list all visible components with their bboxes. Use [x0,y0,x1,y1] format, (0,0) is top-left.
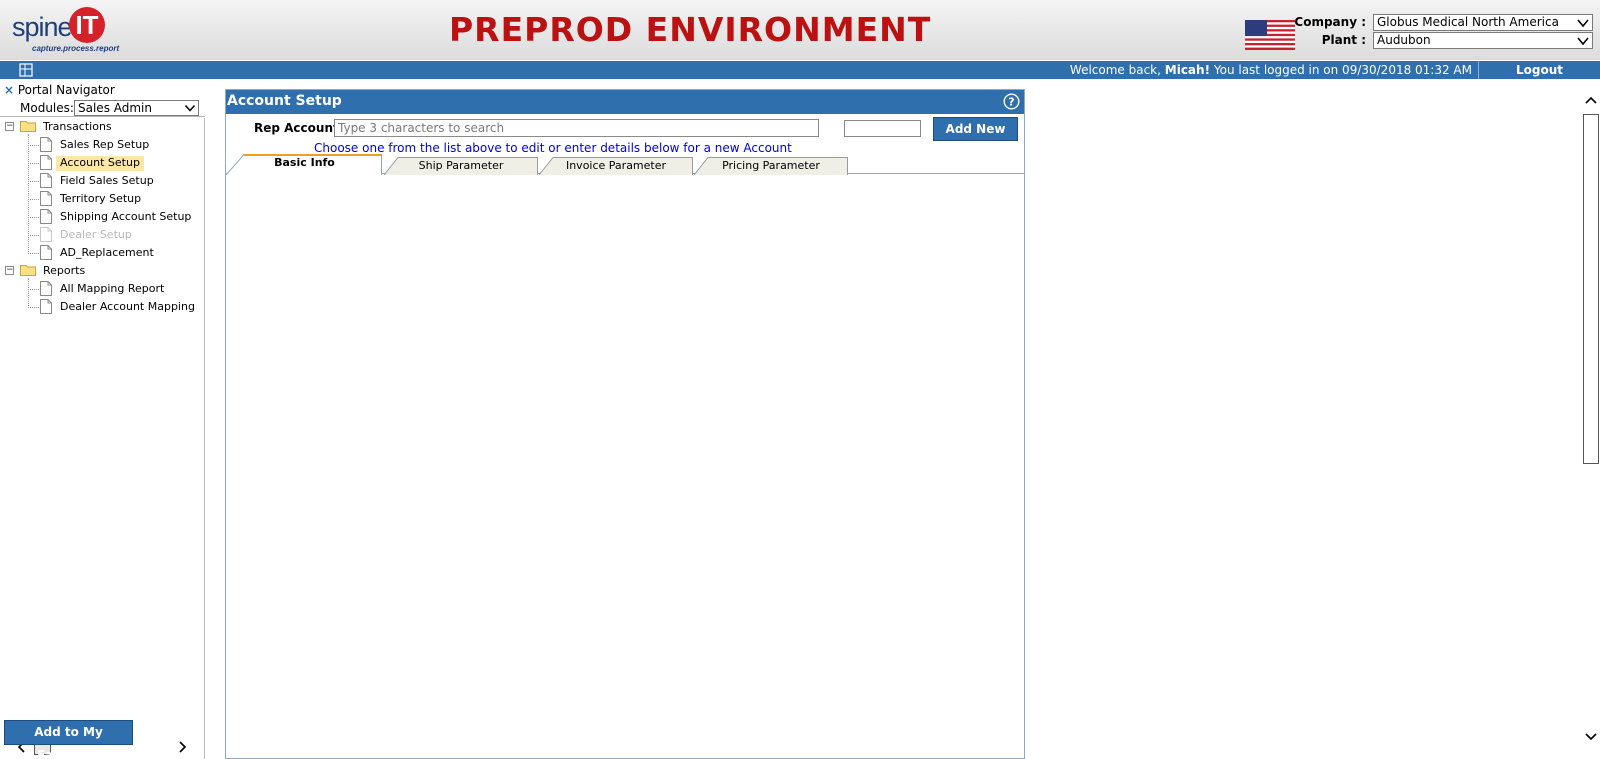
rep-account-search-input[interactable] [334,119,819,137]
chevron-down-icon [1577,19,1589,28]
tree-folder-label: Reports [43,264,86,277]
tab-label: Invoice Parameter [565,159,667,172]
user-name: Micah! [1164,63,1211,77]
spineit-logo: spine IT capture.process.report [12,6,124,56]
page-vertical-scrollbar[interactable] [1582,92,1600,759]
tree-item-label: All Mapping Report [60,282,165,295]
logo-mark: IT [69,7,105,43]
tab-ship-parameter[interactable]: Ship Parameter [384,157,538,175]
welcome-message: Welcome back, Micah! You last logged in … [1070,63,1472,77]
plant-select[interactable]: Audubon [1373,32,1593,49]
panel-title: Account Setup [227,93,342,109]
tree-item-label: AD_Replacement [60,246,154,259]
tree-item-label: Sales Rep Setup [60,138,150,151]
modules-value: Sales Admin [78,101,152,115]
close-icon[interactable]: × [0,83,14,97]
logo-tagline: capture.process.report [32,44,120,53]
chevron-right-icon[interactable] [175,740,189,754]
document-icon [40,209,52,224]
logout-link[interactable]: Logout [1478,61,1600,79]
panel-header: Account Setup ? [226,90,1024,114]
collapse-icon[interactable]: − [5,122,14,131]
company-value: Globus Medical North America [1377,15,1559,29]
instruction-hint: Choose one from the list above to edit o… [314,141,792,155]
welcome-prefix: Welcome back, [1069,63,1165,77]
navigator-title: Portal Navigator [17,83,115,97]
rep-account-id-input[interactable] [844,120,921,137]
tree-folder-label: Transactions [43,120,112,133]
document-icon [40,191,52,206]
document-icon [40,227,52,242]
modules-label: Modules: [20,101,74,115]
grid-menu-icon[interactable] [19,63,33,77]
tab-pricing-parameter[interactable]: Pricing Parameter [694,157,848,175]
tab-invoice-parameter[interactable]: Invoice Parameter [539,157,693,175]
document-icon [40,137,52,152]
tab-basic-info[interactable]: Basic Info [226,154,383,175]
document-icon [40,299,52,314]
plant-label: Plant : [1321,33,1366,47]
navigator-tree: − Transactions Sales Rep Setup Account S… [0,118,205,759]
tab-label: Ship Parameter [418,159,504,172]
modules-select[interactable]: Sales Admin [74,100,199,116]
account-tabs: Basic Info Ship Parameter Invoice Parame… [226,154,1024,175]
folder-icon [20,121,36,132]
app-header: spine IT capture.process.report PREPROD … [0,0,1600,60]
tab-label: Basic Info [274,156,335,169]
document-icon [40,245,52,260]
document-icon [40,173,52,188]
help-icon[interactable]: ? [1003,93,1020,110]
scrollbar-thumb[interactable] [1583,114,1599,464]
top-status-bar: Welcome back, Micah! You last logged in … [0,61,1600,79]
add-new-button[interactable]: Add New [933,117,1018,141]
chevron-down-icon [1577,37,1589,46]
tree-item-label: Dealer Account Mapping [60,300,195,313]
tree-item-label: Dealer Setup [60,228,132,241]
tree-item-label: Account Setup [56,156,144,171]
chevron-up-icon[interactable] [1584,94,1598,108]
document-icon [40,155,52,170]
logo-word: spine [12,12,73,42]
add-to-favorites-button[interactable]: Add to My Favorites [4,720,133,759]
last-login: You last logged in on 09/30/2018 01:32 A… [1210,63,1472,77]
tree-item-label: Shipping Account Setup [60,210,192,223]
tree-item-label: Field Sales Setup [60,174,154,187]
modules-row: Modules: Sales Admin [0,99,205,117]
tree-item-label: Territory Setup [60,192,142,205]
account-setup-panel: Account Setup ? Rep Account: Add New Cho… [225,89,1025,759]
svg-text:?: ? [1008,96,1014,109]
chevron-down-icon [184,104,196,112]
navigator-header: × Portal Navigator [0,83,115,99]
tab-label: Pricing Parameter [722,159,820,172]
portal-navigator: × Portal Navigator Modules: Sales Admin … [0,79,205,759]
environment-title: PREPROD ENVIRONMENT [449,10,932,49]
company-select[interactable]: Globus Medical North America [1373,14,1593,31]
document-icon [40,281,52,296]
plant-value: Audubon [1377,33,1431,47]
folder-icon [20,265,36,276]
chevron-down-icon[interactable] [1584,729,1598,743]
rep-account-label: Rep Account: [254,121,344,135]
collapse-icon[interactable]: − [5,266,14,275]
company-label: Company : [1294,15,1366,29]
